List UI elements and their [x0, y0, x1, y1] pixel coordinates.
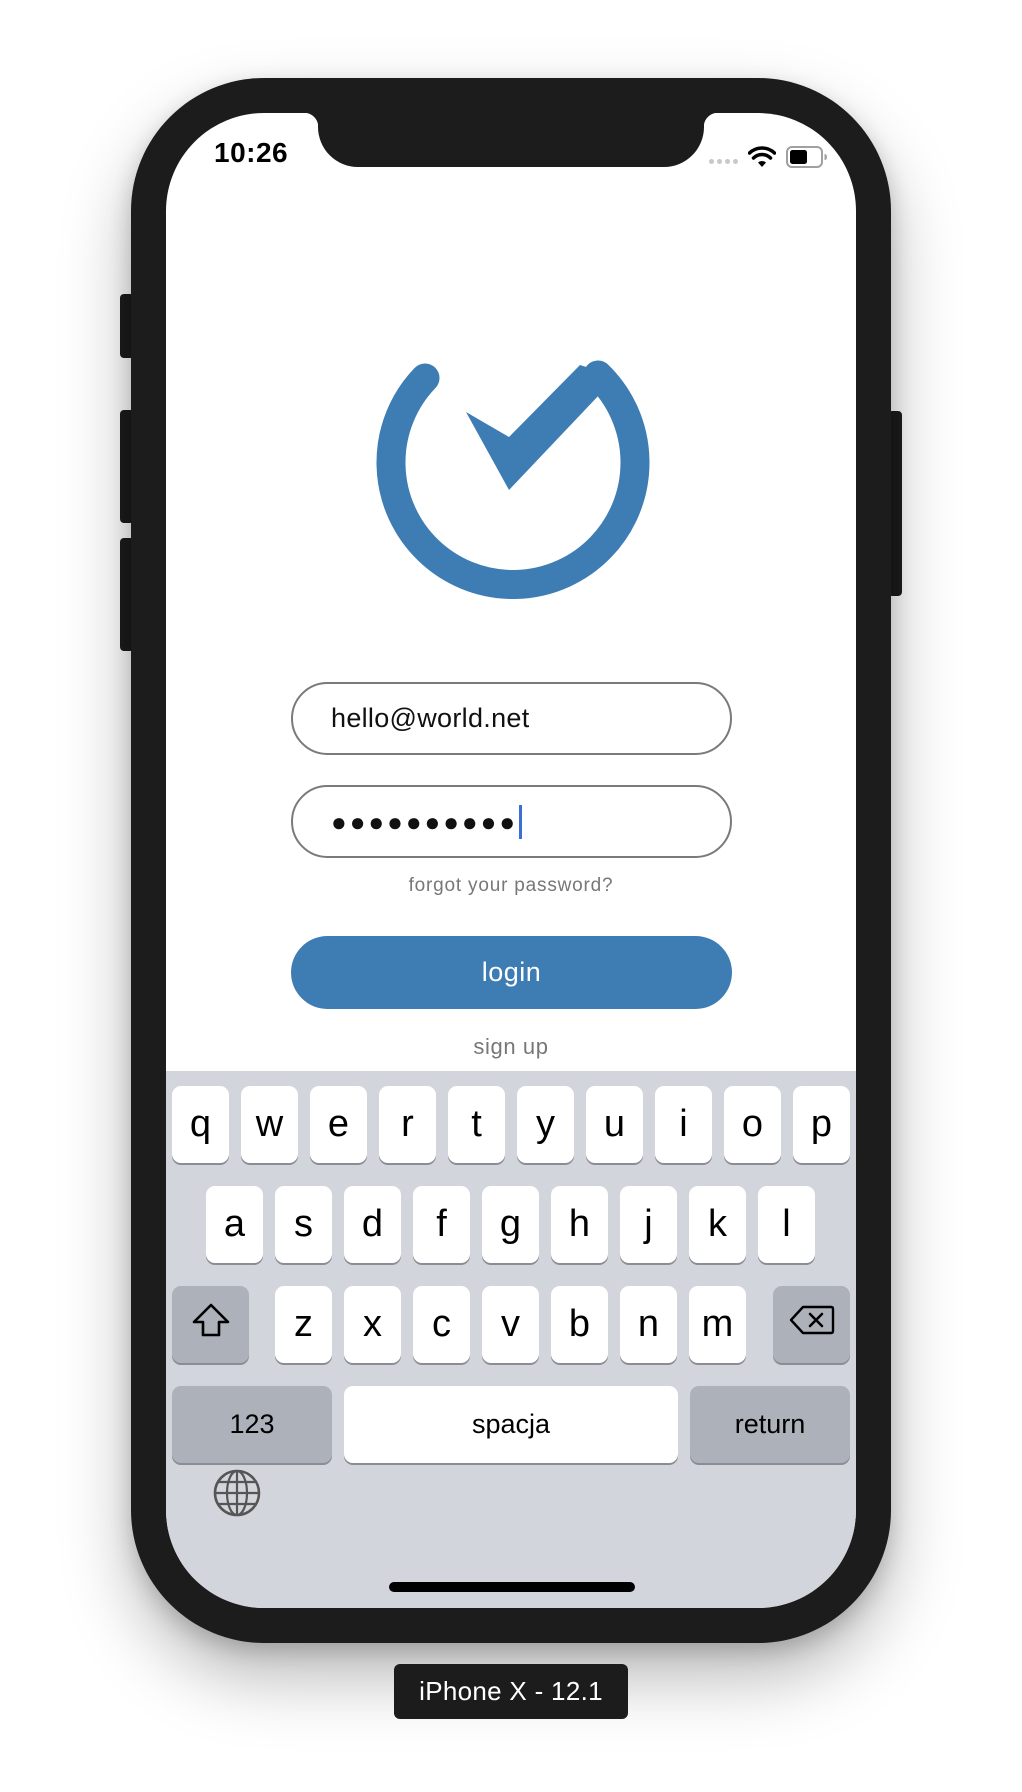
key-w[interactable]: w — [241, 1086, 298, 1163]
sign-up-link[interactable]: sign up — [166, 1034, 856, 1060]
key-q[interactable]: q — [172, 1086, 229, 1163]
password-mask: ●●●●●●●●●● — [331, 806, 519, 837]
numbers-key[interactable]: 123 — [172, 1386, 332, 1463]
email-field[interactable]: hello@world.net — [291, 682, 732, 755]
key-a[interactable]: a — [206, 1186, 263, 1263]
key-o[interactable]: o — [724, 1086, 781, 1163]
key-h[interactable]: h — [551, 1186, 608, 1263]
key-t[interactable]: t — [448, 1086, 505, 1163]
shift-key[interactable] — [172, 1286, 249, 1363]
key-x[interactable]: x — [344, 1286, 401, 1363]
return-key[interactable]: return — [690, 1386, 850, 1463]
key-s[interactable]: s — [275, 1186, 332, 1263]
key-v[interactable]: v — [482, 1286, 539, 1363]
battery-icon — [786, 146, 828, 168]
key-r[interactable]: r — [379, 1086, 436, 1163]
email-value: hello@world.net — [331, 703, 530, 733]
globe-icon[interactable] — [212, 1468, 262, 1523]
key-m[interactable]: m — [689, 1286, 746, 1363]
key-p[interactable]: p — [793, 1086, 850, 1163]
notch — [304, 113, 718, 167]
shift-icon — [191, 1302, 231, 1348]
simulator-device-label: iPhone X - 12.1 — [394, 1664, 628, 1719]
key-d[interactable]: d — [344, 1186, 401, 1263]
status-time: 10:26 — [214, 137, 289, 168]
key-i[interactable]: i — [655, 1086, 712, 1163]
key-j[interactable]: j — [620, 1186, 677, 1263]
key-l[interactable]: l — [758, 1186, 815, 1263]
backspace-key[interactable] — [773, 1286, 850, 1363]
home-indicator[interactable] — [389, 1582, 635, 1592]
key-k[interactable]: k — [689, 1186, 746, 1263]
key-u[interactable]: u — [586, 1086, 643, 1163]
wifi-icon — [748, 146, 776, 168]
key-c[interactable]: c — [413, 1286, 470, 1363]
keyboard: q w e r t y u i o p a s d f g h j k l z … — [166, 1071, 856, 1608]
key-g[interactable]: g — [482, 1186, 539, 1263]
password-field[interactable]: ●●●●●●●●●● — [291, 785, 732, 858]
backspace-icon — [789, 1303, 835, 1346]
forgot-password-link[interactable]: forgot your password? — [166, 875, 856, 897]
cellular-signal-icon — [709, 158, 738, 164]
key-f[interactable]: f — [413, 1186, 470, 1263]
key-e[interactable]: e — [310, 1086, 367, 1163]
key-z[interactable]: z — [275, 1286, 332, 1363]
status-icons — [709, 143, 828, 171]
space-key[interactable]: spacja — [344, 1386, 678, 1463]
text-caret — [519, 804, 523, 839]
key-b[interactable]: b — [551, 1286, 608, 1363]
key-n[interactable]: n — [620, 1286, 677, 1363]
login-button[interactable]: login — [291, 936, 732, 1009]
iphone-frame: 10:26 hello@world.net ●●●●●●●●●● forgot … — [131, 78, 891, 1643]
phone-screen: 10:26 hello@world.net ●●●●●●●●●● forgot … — [166, 113, 856, 1608]
clock-check-logo — [373, 351, 650, 628]
key-y[interactable]: y — [517, 1086, 574, 1163]
